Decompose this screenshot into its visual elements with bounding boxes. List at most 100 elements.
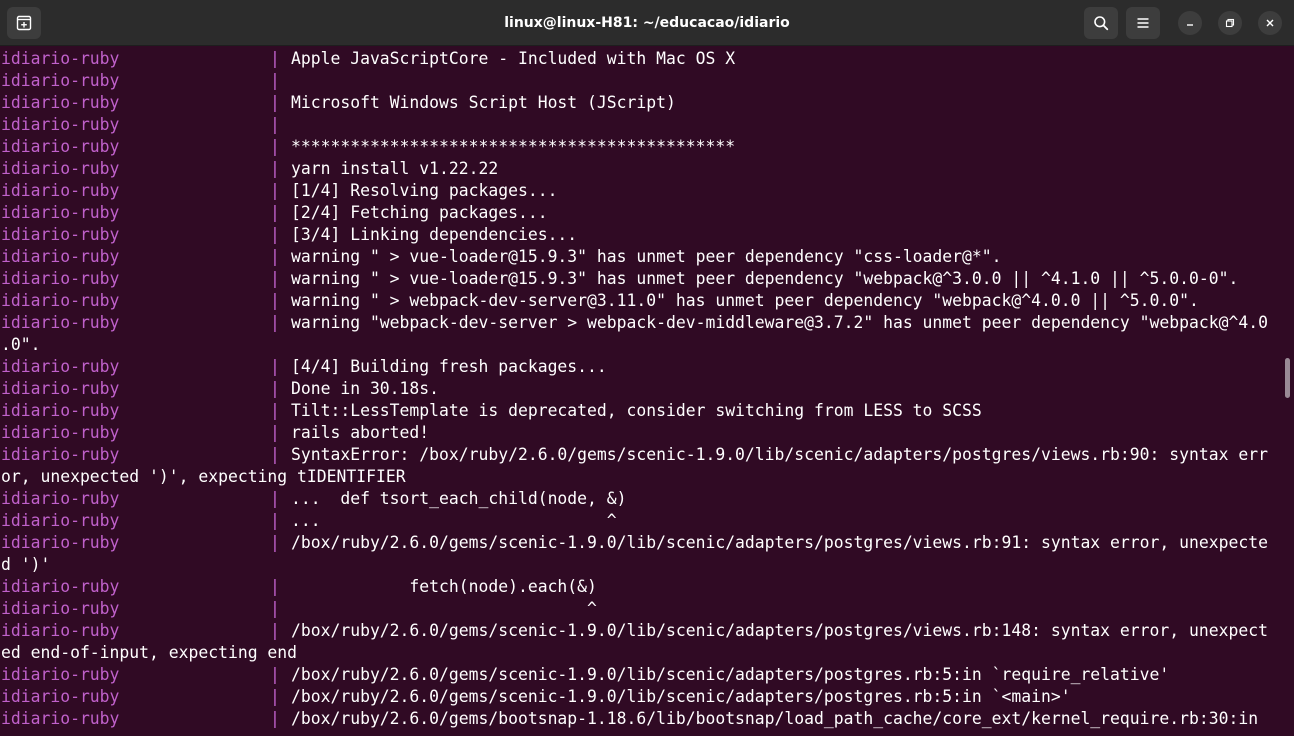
title-bar: linux@linux-H81: ~/educacao/idiario [0,0,1294,46]
terminal-window: linux@linux-H81: ~/educacao/idiario idia… [0,0,1294,736]
service-name-prefix: idiario-ruby [1,379,120,398]
log-separator: | [270,203,280,222]
log-separator: | [270,621,280,640]
wrapped-continuation-text: d ')' [1,555,51,574]
service-name-prefix: idiario-ruby [1,599,120,618]
log-message: Apple JavaScriptCore - Included with Mac… [291,49,736,68]
terminal-line: idiario-ruby | /box/ruby/2.6.0/gems/scenic… [0,686,1294,708]
log-separator: | [270,247,280,266]
log-separator: | [270,423,280,442]
log-separator: | [270,709,280,728]
minimize-button[interactable] [1178,11,1202,35]
service-name-prefix: idiario-ruby [1,49,120,68]
log-message: Tilt::LessTemplate is deprecated, consid… [291,401,982,420]
terminal-line: idiario-ruby | yarn install v1.22.22 [0,158,1294,180]
terminal-line: idiario-ruby | /box/ruby/2.6.0/gems/scenic… [0,620,1294,642]
log-message: /box/ruby/2.6.0/gems/scenic-1.9.0/lib/sc… [291,687,1071,706]
log-message: [3/4] Linking dependencies... [291,225,578,244]
log-separator: | [270,511,280,530]
terminal-line: or, unexpected ')', expecting tIDENTIFIE… [0,466,1294,488]
service-name-prefix: idiario-ruby [1,511,120,530]
terminal-line: idiario-ruby | SyntaxError: /box/ruby/2.6.… [0,444,1294,466]
service-name-prefix: idiario-ruby [1,445,120,464]
log-message: [2/4] Fetching packages... [291,203,548,222]
log-separator: | [270,225,280,244]
log-separator: | [270,665,280,684]
log-message: Microsoft Windows Script Host (JScript) [291,93,676,112]
terminal-line: idiario-ruby | rails aborted! [0,422,1294,444]
terminal-line: ed end-of-input, expecting end [0,642,1294,664]
terminal-line: idiario-ruby | [0,114,1294,136]
minimize-icon [1187,24,1193,26]
service-name-prefix: idiario-ruby [1,225,120,244]
terminal-line: idiario-ruby | warning " > webpack-dev-ser… [0,290,1294,312]
terminal-line: idiario-ruby | Done in 30.18s. [0,378,1294,400]
log-separator: | [270,577,280,596]
log-separator: | [270,71,280,90]
wrapped-continuation-text: or, unexpected ')', expecting tIDENTIFIE… [1,467,406,486]
log-separator: | [270,137,280,156]
log-message: /box/ruby/2.6.0/gems/scenic-1.9.0/lib/sc… [291,665,1170,684]
log-separator: | [270,533,280,552]
service-name-prefix: idiario-ruby [1,93,120,112]
service-name-prefix: idiario-ruby [1,247,120,266]
service-name-prefix: idiario-ruby [1,423,120,442]
service-name-prefix: idiario-ruby [1,665,120,684]
log-message: [4/4] Building fresh packages... [291,357,607,376]
log-message: /box/ruby/2.6.0/gems/scenic-1.9.0/lib/sc… [291,621,1268,640]
maximize-button[interactable] [1218,11,1242,35]
scrollbar-thumb[interactable] [1285,358,1290,398]
hamburger-menu-icon [1137,18,1149,28]
service-name-prefix: idiario-ruby [1,203,120,222]
terminal-line: idiario-ruby | warning "webpack-dev-server… [0,312,1294,334]
menu-button[interactable] [1126,7,1160,39]
terminal-line: idiario-ruby | ... ^ [0,510,1294,532]
search-icon [1094,16,1109,31]
log-message: warning " > webpack-dev-server@3.11.0" h… [291,291,1199,310]
terminal-line: idiario-ruby | [3/4] Linking dependencies.… [0,224,1294,246]
log-separator: | [270,357,280,376]
close-button[interactable] [1258,11,1282,35]
log-message: ****************************************… [291,137,736,156]
log-separator: | [270,445,280,464]
terminal-line: idiario-ruby | [1/4] Resolving packages... [0,180,1294,202]
terminal-line: idiario-ruby | fetch(node).each(&) [0,576,1294,598]
log-separator: | [270,181,280,200]
wrapped-continuation-text: ed end-of-input, expecting end [1,643,298,662]
search-button[interactable] [1084,7,1118,39]
terminal-line: idiario-ruby | Microsoft Windows Script Ho… [0,92,1294,114]
log-separator: | [270,401,280,420]
log-separator: | [270,379,280,398]
terminal-line: .0". [0,334,1294,356]
log-message: [1/4] Resolving packages... [291,181,558,200]
terminal-line: idiario-ruby | ***************************… [0,136,1294,158]
terminal-line: idiario-ruby | ... def tsort_each_child(no… [0,488,1294,510]
terminal-line: idiario-ruby | ^ [0,598,1294,620]
terminal-line: idiario-ruby | /box/ruby/2.6.0/gems/scenic… [0,664,1294,686]
log-message: warning "webpack-dev-server > webpack-de… [291,313,1268,332]
service-name-prefix: idiario-ruby [1,533,120,552]
log-separator: | [270,599,280,618]
service-name-prefix: idiario-ruby [1,181,120,200]
log-separator: | [270,269,280,288]
log-separator: | [270,291,280,310]
log-message: ... def tsort_each_child(node, &) [291,489,627,508]
maximize-icon [1225,18,1235,28]
terminal-line: d ')' [0,554,1294,576]
log-message: rails aborted! [291,423,430,442]
log-message: /box/ruby/2.6.0/gems/scenic-1.9.0/lib/sc… [291,533,1268,552]
service-name-prefix: idiario-ruby [1,71,120,90]
log-separator: | [270,115,280,134]
service-name-prefix: idiario-ruby [1,313,120,332]
log-message: warning " > vue-loader@15.9.3" has unmet… [291,269,1239,288]
log-message: /box/ruby/2.6.0/gems/bootsnap-1.18.6/lib… [291,709,1259,728]
service-name-prefix: idiario-ruby [1,159,120,178]
new-tab-button[interactable] [7,7,41,39]
service-name-prefix: idiario-ruby [1,115,120,134]
service-name-prefix: idiario-ruby [1,489,120,508]
log-message: yarn install v1.22.22 [291,159,499,178]
wrapped-continuation-text: .0". [1,335,41,354]
terminal-output[interactable]: idiario-ruby | Apple JavaScriptCore - Incl… [0,48,1294,736]
service-name-prefix: idiario-ruby [1,291,120,310]
log-message: ^ [291,599,597,618]
